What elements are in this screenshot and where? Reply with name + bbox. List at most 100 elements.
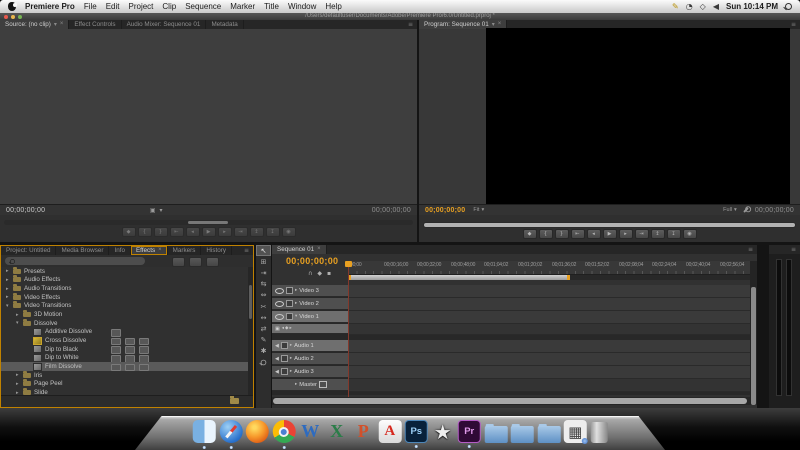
- step-back-button[interactable]: ◂: [586, 229, 601, 239]
- dock-app-grid-icon[interactable]: ▦: [563, 420, 588, 444]
- step-forward-button[interactable]: ▸: [618, 229, 633, 239]
- mark-out-button[interactable]: }: [554, 229, 569, 239]
- menu-marker[interactable]: Marker: [230, 2, 255, 11]
- tab-info[interactable]: Info: [109, 246, 131, 255]
- effects-bin-iris[interactable]: ▸ Iris: [1, 370, 248, 380]
- rolling-edit-tool[interactable]: ⇆: [256, 279, 271, 290]
- collapse-arrow-icon[interactable]: ▾: [295, 314, 297, 319]
- dock-acrobat-icon[interactable]: A: [378, 420, 402, 443]
- dock-trash-icon[interactable]: [590, 422, 608, 443]
- playhead-line[interactable]: [348, 261, 349, 397]
- effects-search-input[interactable]: [5, 257, 145, 265]
- keyframe-nav-icons[interactable]: ◂◆▸: [282, 326, 293, 331]
- audio3-header[interactable]: ◀ ▸ Audio 3: [272, 366, 348, 378]
- video2-track-lane[interactable]: [348, 298, 750, 311]
- chevron-down-icon[interactable]: ▾: [54, 20, 57, 29]
- menu-project[interactable]: Project: [129, 2, 154, 11]
- track-lock-icon[interactable]: [286, 313, 293, 320]
- speaker-icon[interactable]: ◀: [275, 369, 279, 375]
- display-mode-icon[interactable]: ▣: [150, 207, 156, 214]
- close-icon[interactable]: ×: [317, 245, 321, 254]
- track-lock-icon[interactable]: [286, 287, 293, 294]
- panel-menu-icon[interactable]: ≡: [787, 245, 800, 254]
- go-to-out-button[interactable]: ⇥: [233, 227, 248, 237]
- video1-header[interactable]: ▾ Video 1: [272, 311, 348, 323]
- hand-tool[interactable]: ✱: [256, 346, 271, 357]
- effects-bin-audio-effects[interactable]: ▸ Audio Effects: [1, 275, 248, 285]
- ripple-edit-tool[interactable]: ⇥: [256, 267, 271, 278]
- minimize-window-icon[interactable]: [11, 14, 15, 19]
- panel-menu-icon[interactable]: ≡: [240, 246, 253, 255]
- effects-bin-page-peel[interactable]: ▸ Page Peel: [1, 379, 248, 389]
- effect-dip-to-black[interactable]: Dip to Black: [1, 345, 248, 354]
- zoom-window-icon[interactable]: [18, 14, 22, 19]
- razor-tool[interactable]: ✂: [256, 301, 271, 312]
- work-area-bar[interactable]: [348, 275, 750, 280]
- rate-stretch-tool[interactable]: ⇔: [256, 290, 271, 301]
- dock-folder-documents-icon[interactable]: [510, 423, 534, 443]
- track-select-tool[interactable]: ⊞: [256, 256, 271, 267]
- audio1-track-lane[interactable]: [348, 340, 750, 353]
- lift-button[interactable]: ↥: [650, 229, 665, 239]
- effects-bin-video-transitions[interactable]: ▾ Video Transitions: [1, 301, 248, 311]
- speaker-icon[interactable]: ◀: [275, 356, 279, 362]
- tab-project[interactable]: Project: Untitled: [1, 246, 57, 255]
- close-icon[interactable]: ×: [60, 20, 64, 29]
- collapse-arrow-icon[interactable]: ▸: [290, 343, 292, 348]
- tab-effect-controls[interactable]: Effect Controls: [69, 20, 122, 29]
- close-window-icon[interactable]: [4, 14, 8, 19]
- encore-chapter-marker-icon[interactable]: ◆: [317, 270, 322, 277]
- close-icon[interactable]: ×: [158, 246, 162, 255]
- insert-button[interactable]: ↥: [249, 227, 264, 237]
- source-zoom-scrollbar[interactable]: [4, 220, 413, 225]
- spotlight-icon[interactable]: [785, 3, 792, 10]
- zoom-level-select[interactable]: Fit ▾: [473, 207, 484, 213]
- unnumbered-marker-icon[interactable]: ▪: [327, 270, 331, 277]
- filter-32bit-button[interactable]: [189, 257, 202, 267]
- track-lock-icon[interactable]: [280, 355, 288, 362]
- extract-button[interactable]: ↧: [666, 229, 681, 239]
- new-custom-bin-icon[interactable]: [230, 396, 239, 404]
- audio1-header[interactable]: ◀ ▸ Audio 1: [272, 340, 348, 352]
- mark-in-button[interactable]: {: [538, 229, 553, 239]
- timeline-timecode[interactable]: 00;00;00;00: [286, 256, 338, 266]
- apple-menu-icon[interactable]: [8, 2, 17, 11]
- add-marker-button[interactable]: ◆: [121, 227, 136, 237]
- track-lock-icon[interactable]: [280, 342, 288, 349]
- collapse-arrow-icon[interactable]: ▸: [295, 382, 297, 387]
- effects-bin-audio-transitions[interactable]: ▸ Audio Transitions: [1, 284, 248, 293]
- panel-menu-icon[interactable]: ≡: [744, 245, 757, 254]
- play-button[interactable]: ▶: [602, 229, 617, 239]
- menu-title[interactable]: Title: [264, 2, 279, 11]
- collapse-arrow-icon[interactable]: ▸: [290, 369, 292, 374]
- menu-clip[interactable]: Clip: [162, 2, 176, 11]
- video3-header[interactable]: ▸ Video 3: [272, 285, 348, 297]
- menu-window[interactable]: Window: [288, 2, 316, 11]
- mark-out-button[interactable]: }: [153, 227, 168, 237]
- audio2-header[interactable]: ◀ ▸ Audio 2: [272, 353, 348, 365]
- filter-yuv-button[interactable]: [206, 257, 219, 267]
- dock-excel-icon[interactable]: X: [325, 420, 348, 443]
- tab-audio-mixer[interactable]: Audio Mixer: Sequence 01: [122, 20, 207, 29]
- effect-cross-dissolve[interactable]: Cross Dissolve: [1, 336, 248, 346]
- export-frame-button[interactable]: ◉: [281, 227, 296, 237]
- mark-in-button[interactable]: {: [137, 227, 152, 237]
- dock-premiere-icon[interactable]: Pr: [457, 420, 481, 448]
- effects-bin-presets[interactable]: ▸ Presets: [1, 267, 248, 276]
- tab-effects[interactable]: Effects ×: [130, 246, 168, 255]
- volume-icon[interactable]: ◀: [713, 2, 719, 11]
- set-display-style-icon[interactable]: ▣: [275, 326, 280, 332]
- overwrite-button[interactable]: ↧: [265, 227, 280, 237]
- collapse-arrow-icon[interactable]: ▸: [290, 356, 292, 361]
- snap-icon[interactable]: ∩: [308, 270, 312, 277]
- playhead-marker[interactable]: [345, 261, 352, 267]
- play-button[interactable]: ▶: [201, 227, 216, 237]
- timeline-vscrollbar[interactable]: [750, 261, 757, 405]
- slide-tool[interactable]: ⇄: [256, 323, 271, 334]
- video2-header[interactable]: ▸ Video 2: [272, 298, 348, 310]
- tab-history[interactable]: History: [201, 246, 232, 255]
- step-back-button[interactable]: ◂: [185, 227, 200, 237]
- timeline-hscrollbar[interactable]: [272, 397, 750, 405]
- audio3-track-lane[interactable]: [348, 366, 750, 379]
- master-header[interactable]: ▸ Master: [272, 379, 348, 391]
